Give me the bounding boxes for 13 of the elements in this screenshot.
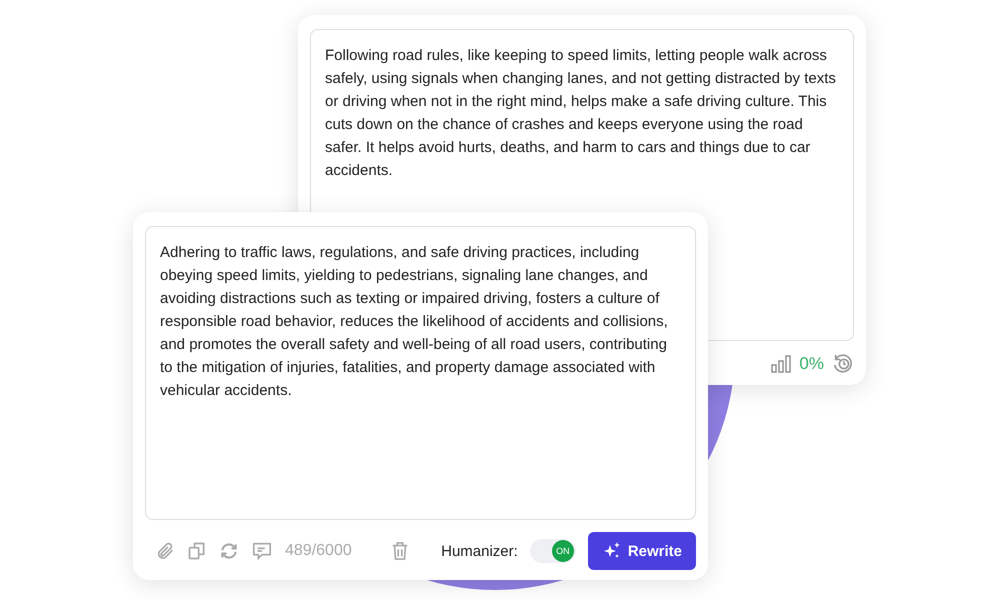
trash-icon[interactable] bbox=[391, 541, 410, 561]
refresh-icon[interactable] bbox=[219, 541, 239, 561]
bar-chart-icon[interactable] bbox=[771, 355, 792, 373]
humanizer-label: Humanizer: bbox=[441, 542, 518, 560]
attachment-icon[interactable] bbox=[155, 541, 175, 561]
character-count: 489/6000 bbox=[285, 542, 352, 560]
comment-icon[interactable] bbox=[251, 541, 273, 561]
toggle-knob: ON bbox=[552, 540, 574, 562]
history-icon[interactable] bbox=[832, 353, 854, 375]
input-text-area[interactable]: Adhering to traffic laws, regulations, and safe driving practices, including obeying speed limits, yielding to pedestrians, signaling lane changes, and avoiding distractions such as texting or impaired driving, fosters a culture of responsible road behavior, reduces the likelihood of accidents and collisions, and promotes the overall safety and well-being of all road users, contributing to the mitigation of injuries, fatalities, and property damage associated with vehicular accidents. bbox=[145, 226, 696, 520]
rewrite-button[interactable]: Rewrite bbox=[588, 532, 696, 570]
copy-icon[interactable] bbox=[187, 541, 207, 561]
ai-score: 0% bbox=[799, 354, 824, 374]
